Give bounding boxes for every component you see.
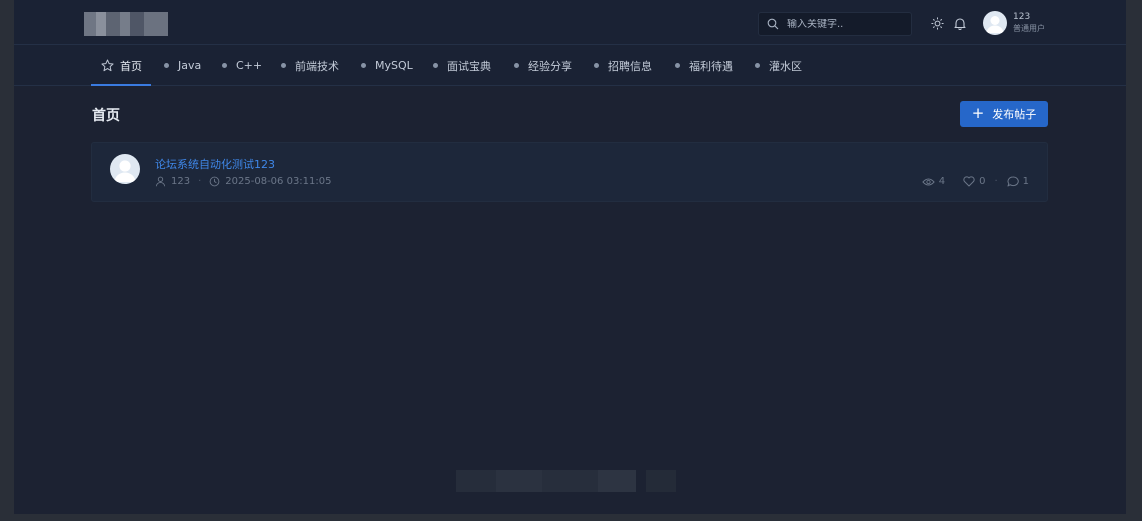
comments-stat[interactable]: 1 (1007, 176, 1029, 187)
nav-item-cpp[interactable]: C++ (222, 45, 262, 86)
post-meta: 123 · 2025-08-06 03:11:05 (155, 176, 332, 187)
nav-item-frontend[interactable]: 前端技术 (281, 45, 339, 86)
forum-app: 123 普通用户 首页 Java C++ 前端技术 MySQL 面试宝典 经验分… (14, 0, 1126, 514)
search-input[interactable] (787, 18, 897, 30)
nav-item-label: 福利待遇 (689, 59, 733, 73)
nav-item-label: C++ (236, 59, 263, 72)
site-logo[interactable] (84, 12, 168, 36)
window-frame-right (1126, 0, 1142, 521)
bullet-dot-icon (594, 63, 599, 68)
meta-separator: · (198, 176, 202, 187)
bullet-dot-icon (361, 63, 366, 68)
post-title-link[interactable]: 论坛系统自动化测试123 (155, 156, 275, 172)
search-box[interactable] (758, 12, 912, 36)
notification-bell-icon[interactable] (953, 16, 967, 30)
nav-item-jobs[interactable]: 招聘信息 (594, 45, 652, 86)
star-icon (101, 59, 114, 72)
nav-item-label: 前端技术 (295, 59, 339, 73)
window-frame-left (0, 0, 14, 521)
post-author[interactable]: 123 (171, 176, 190, 187)
nav-item-home[interactable]: 首页 (101, 45, 142, 86)
search-icon (767, 15, 779, 34)
likes-stat[interactable]: 0 (963, 176, 985, 187)
publish-post-label: 发布帖子 (992, 108, 1037, 121)
views-stat: 4 (921, 176, 946, 187)
nav-item-java[interactable]: Java (164, 45, 201, 86)
nav-item-benefits[interactable]: 福利待遇 (675, 45, 733, 86)
post-stats: 4 0 · 1 (921, 176, 1029, 187)
likes-count: 0 (979, 176, 986, 187)
footer-copyright-pixelated (456, 470, 686, 492)
user-avatar[interactable] (983, 11, 1007, 35)
bullet-dot-icon (433, 63, 438, 68)
nav-item-label: MySQL (375, 59, 413, 72)
nav-item-label: 招聘信息 (608, 59, 652, 73)
bullet-dot-icon (675, 63, 680, 68)
nav-item-label: 面试宝典 (447, 59, 491, 73)
nav-item-label: Java (178, 59, 202, 72)
nav-item-label: 灌水区 (769, 59, 802, 73)
clock-icon (209, 176, 220, 187)
top-header: 123 普通用户 (14, 0, 1126, 45)
comment-icon (1007, 176, 1019, 187)
post-list-item[interactable]: 论坛系统自动化测试123 123 · 2025-08-06 03:11:05 4 (91, 142, 1048, 202)
nav-item-mysql[interactable]: MySQL (361, 45, 413, 86)
bullet-dot-icon (755, 63, 760, 68)
active-tab-indicator (91, 84, 151, 86)
user-name: 123 (1013, 12, 1031, 22)
post-time: 2025-08-06 03:11:05 (225, 176, 332, 187)
nav-item-experience[interactable]: 经验分享 (514, 45, 572, 86)
publish-post-button[interactable]: + 发布帖子 (960, 101, 1048, 127)
window-frame-bottom (0, 514, 1142, 521)
nav-item-interview[interactable]: 面试宝典 (433, 45, 491, 86)
page-title: 首页 (92, 108, 120, 124)
plus-icon: + (971, 104, 985, 122)
author-avatar[interactable] (110, 154, 140, 184)
nav-item-label: 经验分享 (528, 59, 572, 73)
bullet-dot-icon (281, 63, 286, 68)
stat-separator: · (994, 176, 998, 187)
comments-count: 1 (1022, 176, 1029, 187)
nav-item-chat[interactable]: 灌水区 (755, 45, 802, 86)
nav-item-label: 首页 (120, 59, 142, 73)
heart-icon (963, 176, 975, 187)
eye-icon (921, 177, 935, 187)
theme-toggle-sun-icon[interactable] (930, 16, 944, 30)
user-menu[interactable]: 123 普通用户 (983, 11, 1045, 35)
views-count: 4 (938, 176, 946, 187)
bullet-dot-icon (222, 63, 227, 68)
user-role: 普通用户 (1013, 24, 1045, 33)
user-icon (155, 176, 166, 187)
category-nav: 首页 Java C++ 前端技术 MySQL 面试宝典 经验分享 招聘信息 福利… (14, 45, 1126, 86)
bullet-dot-icon (514, 63, 519, 68)
bullet-dot-icon (164, 63, 169, 68)
